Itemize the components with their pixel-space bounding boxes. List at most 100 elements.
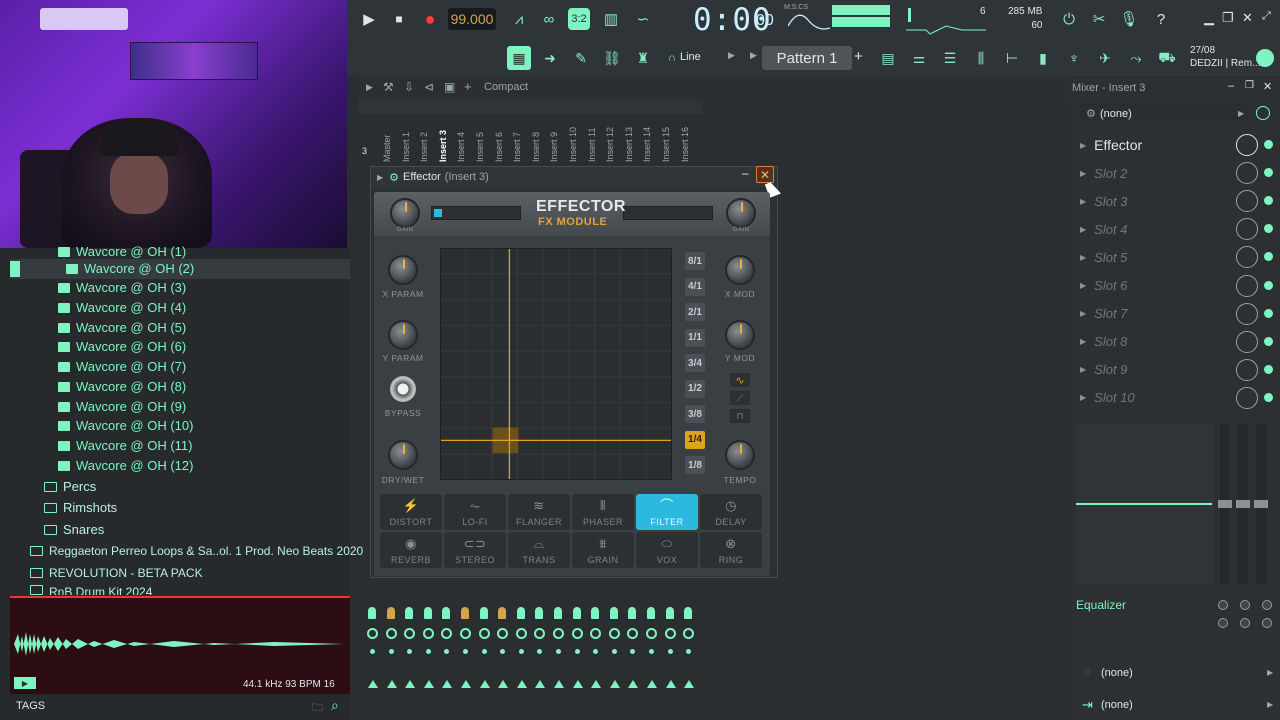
effect-slot[interactable]: ▶ Slot 2 <box>1074 160 1280 186</box>
volume-knob[interactable] <box>422 628 434 639</box>
restore-icon[interactable]: ❐ <box>1222 10 1234 26</box>
route-dot[interactable] <box>388 649 394 654</box>
microphone-icon[interactable]: 🎙 <box>1118 8 1140 30</box>
eq-knob-4[interactable] <box>1218 618 1228 628</box>
effect-slot[interactable]: ▶ Slot 8 <box>1074 329 1280 355</box>
effect-slot[interactable]: ▶ Slot 10 <box>1074 385 1280 411</box>
send-arrow-icon[interactable] <box>442 680 453 688</box>
effector-titlebar[interactable]: ▶ ⚙ Effector (Insert 3) <box>371 167 777 187</box>
piano-roll-icon[interactable]: ⚌ <box>907 46 931 70</box>
rate-button[interactable]: 4/1 <box>685 277 705 296</box>
rate-button[interactable]: 8/1 <box>685 252 705 270</box>
slot-mix-knob[interactable] <box>1236 274 1258 297</box>
sample-item[interactable]: Wavcore @ OH (8) <box>58 377 186 396</box>
power-icon[interactable]: ⏻ <box>1058 8 1080 30</box>
pan-knob[interactable] <box>461 607 469 619</box>
effect-filter-button[interactable]: ⌒ FILTER <box>636 494 698 530</box>
sine-wave-icon[interactable]: ∿ <box>730 373 750 387</box>
y-param-knob[interactable] <box>388 320 418 350</box>
route-dot[interactable] <box>649 649 654 654</box>
mixer-view-icon[interactable]: ▣ <box>444 80 455 94</box>
effector-close-button[interactable]: ✕ <box>756 166 774 183</box>
arrow-right-icon[interactable]: ➜ <box>538 46 562 70</box>
plugin-icon[interactable]: ♆ <box>1062 46 1086 70</box>
pack-item[interactable]: REVOLUTION - BETA PACK <box>30 563 203 582</box>
project-icon[interactable]: ▮ <box>1031 46 1055 70</box>
input-select[interactable]: ⚙ (none) ▶ <box>1078 104 1250 124</box>
output-select-1[interactable]: ◌ (none) ▶ <box>1074 662 1280 684</box>
mixer-channel-label[interactable]: Insert 15 <box>661 127 671 162</box>
route-dot[interactable] <box>481 649 487 654</box>
sample-item[interactable]: Wavcore @ OH (7) <box>58 357 186 376</box>
sample-item[interactable]: Wavcore @ OH (2) <box>66 259 194 278</box>
folder-icon[interactable]: 🗀 <box>312 699 323 718</box>
bypass-button[interactable] <box>390 376 416 402</box>
sample-item[interactable]: Wavcore @ OH (11) <box>58 436 193 455</box>
send-arrow-icon[interactable] <box>368 680 378 688</box>
record-button[interactable]: ● <box>420 6 440 32</box>
send-slider-3[interactable] <box>1254 424 1268 584</box>
send-arrow-icon[interactable] <box>684 680 695 688</box>
pan-knob[interactable] <box>368 607 376 619</box>
slot-enable-led[interactable] <box>1264 140 1273 149</box>
sample-item[interactable]: Wavcore @ OH (12) <box>58 456 193 475</box>
route-dot[interactable] <box>611 649 617 654</box>
send-arrow-icon[interactable] <box>461 680 471 688</box>
shop-icon[interactable]: ⛟ <box>1155 46 1179 70</box>
sample-item[interactable]: Wavcore @ OH (9) <box>58 397 186 416</box>
effect-slot[interactable]: ▶ Slot 7 <box>1074 301 1280 327</box>
route-dot[interactable] <box>518 649 524 654</box>
xy-pad[interactable] <box>440 248 672 480</box>
slot-mix-knob[interactable] <box>1236 302 1258 325</box>
send-arrow-icon[interactable] <box>609 680 620 688</box>
output-select-2[interactable]: ⇥ (none) ▶ <box>1074 694 1280 716</box>
tempo-display[interactable]: 99.000 <box>448 8 496 30</box>
mixer-add-icon[interactable]: + <box>464 79 472 94</box>
mixer-channel-label[interactable]: Insert 1 <box>401 132 411 162</box>
pan-knob[interactable] <box>591 607 600 619</box>
volume-knob[interactable] <box>478 628 490 639</box>
effect-distort-button[interactable]: ⚡ DISTORT <box>380 494 442 530</box>
send-arrow-icon[interactable] <box>628 680 639 688</box>
x-param-knob[interactable] <box>388 255 418 285</box>
mixer-icon[interactable]: ⫼ <box>969 46 993 70</box>
slot-enable-led[interactable] <box>1264 252 1273 262</box>
folder-item[interactable]: Percs <box>44 477 96 496</box>
send-arrow-icon[interactable] <box>516 680 527 688</box>
slot-mix-knob[interactable] <box>1236 386 1258 409</box>
mixer-channel-label[interactable]: Insert 13 <box>624 127 634 162</box>
globe-icon[interactable] <box>1256 49 1274 67</box>
pan-knob[interactable] <box>442 607 451 619</box>
mixer-channel-label[interactable]: Insert 16 <box>680 127 690 162</box>
mixer-tag-icon[interactable]: ⊲ <box>424 80 434 94</box>
pan-knob[interactable] <box>647 607 655 619</box>
sample-item[interactable]: Wavcore @ OH (4) <box>58 298 186 317</box>
effect-phaser-button[interactable]: ⦀ PHASER <box>572 494 634 530</box>
brush-icon[interactable]: ✎ <box>569 46 593 70</box>
panel-minimize-icon[interactable]: – <box>1228 80 1234 92</box>
effect-slot[interactable]: ▶ Slot 5 <box>1074 244 1280 270</box>
playlist-icon[interactable]: ▤ <box>876 46 900 70</box>
send-slider-2[interactable] <box>1236 424 1250 584</box>
slot-enable-led[interactable] <box>1264 168 1273 178</box>
mixer-channel-label[interactable]: Insert 8 <box>531 132 541 162</box>
volume-knob[interactable] <box>367 628 378 639</box>
route-dot[interactable] <box>463 649 468 654</box>
sample-item[interactable]: Wavcore @ OH (5) <box>58 318 186 337</box>
effect-ring-button[interactable]: ⊗ RING <box>700 532 762 568</box>
send-arrow-icon[interactable] <box>535 680 546 688</box>
effect-flanger-button[interactable]: ≋ FLANGER <box>508 494 570 530</box>
effect-vox-button[interactable]: ⬭ VOX <box>636 532 698 568</box>
latency-icon[interactable] <box>1256 106 1270 120</box>
volume-knob[interactable] <box>515 628 527 639</box>
rate-button[interactable]: 3/8 <box>685 405 705 423</box>
panel-close-icon[interactable]: ✕ <box>1263 80 1272 93</box>
pan-knob[interactable] <box>498 607 507 619</box>
stop-button[interactable]: ■ <box>390 6 408 32</box>
pattern-arrow-icon[interactable]: ▶ <box>750 50 757 61</box>
saw-wave-icon[interactable]: ⟋ <box>730 391 750 405</box>
send-slider-1[interactable] <box>1218 424 1232 584</box>
pan-knob[interactable] <box>479 607 488 619</box>
slot-enable-led[interactable] <box>1264 224 1273 234</box>
dry-wet-knob[interactable] <box>388 440 418 470</box>
